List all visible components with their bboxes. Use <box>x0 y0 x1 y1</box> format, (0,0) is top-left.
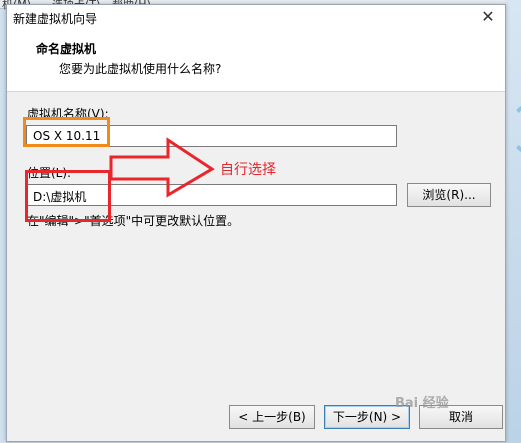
browse-button[interactable]: 浏览(R)... <box>407 183 491 207</box>
annotation-label: 自行选择 <box>220 162 276 178</box>
wizard-header: 命名虚拟机 您要为此虚拟机使用什么名称? <box>7 31 505 92</box>
new-vm-wizard-dialog: 新建虚拟机向导 ✕ 命名虚拟机 您要为此虚拟机使用什么名称? 虚拟机名称(V):… <box>6 4 506 442</box>
page-title: 命名虚拟机 <box>36 42 97 56</box>
background-app-edge <box>505 0 521 443</box>
dialog-title: 新建虚拟机向导 <box>13 12 98 26</box>
location-highlight-box <box>25 170 111 222</box>
close-icon[interactable]: ✕ <box>479 8 497 26</box>
page-subtitle: 您要为此虚拟机使用什么名称? <box>59 62 222 76</box>
dialog-titlebar: 新建虚拟机向导 ✕ <box>7 5 505 31</box>
baidu-watermark: Bai 经验 <box>395 396 449 411</box>
name-highlight-box <box>23 117 110 147</box>
back-button[interactable]: < 上一步(B) <box>229 405 315 429</box>
annotation-arrow-icon <box>109 137 215 198</box>
background-logo-icon <box>511 105 521 153</box>
